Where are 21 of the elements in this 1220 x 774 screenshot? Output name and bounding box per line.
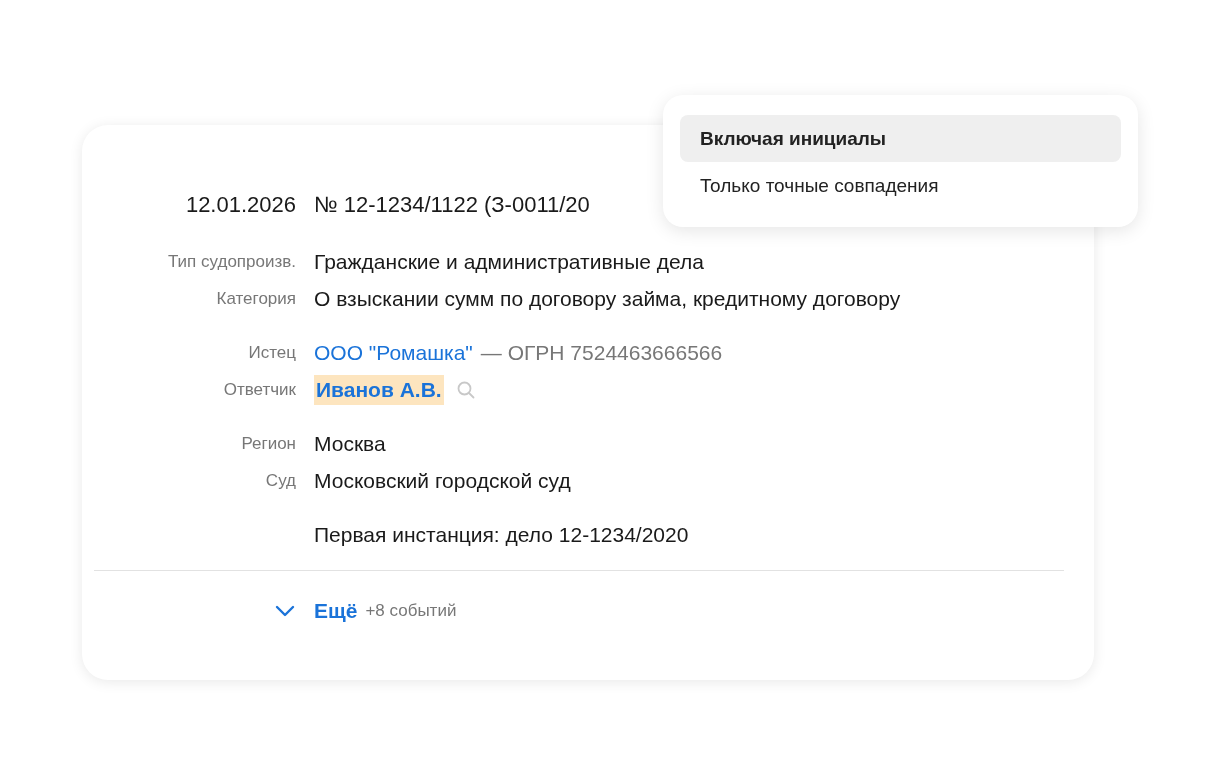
case-number: № 12-1234/1122 (З-0011/20 xyxy=(314,191,590,219)
field-label: Тип судопроизв. xyxy=(167,251,296,273)
field-label: Суд xyxy=(265,470,296,492)
field-value: О взыскании сумм по договору займа, кредитному договору xyxy=(314,286,901,312)
field-label: Категория xyxy=(216,288,296,310)
party-link[interactable]: ООО "Ромашка" xyxy=(314,334,473,371)
highlighted-party-link[interactable]: Иванов А.В. xyxy=(314,374,444,405)
field-value: Гражданские и административные дела xyxy=(314,249,704,275)
menu-item[interactable]: Включая инициалы xyxy=(680,115,1121,162)
first-instance-note: Первая инстанция: дело 12-1234/2020 xyxy=(314,522,689,548)
field-label: Регион xyxy=(241,433,296,455)
field-value: Московский городской суд xyxy=(314,468,571,494)
field-value: Москва xyxy=(314,431,386,457)
menu-item[interactable]: Только точные совпадения xyxy=(680,162,1121,209)
field-label: Истец xyxy=(248,342,296,364)
chevron-down-icon[interactable] xyxy=(274,604,296,618)
events-count: +8 событий xyxy=(365,600,457,622)
more-link[interactable]: Ещё xyxy=(314,593,358,629)
case-date: 12.01.2026 xyxy=(184,191,296,219)
field-label: Ответчик xyxy=(223,379,296,401)
registration-number: — ОГРН 7524463666566 xyxy=(480,340,723,366)
